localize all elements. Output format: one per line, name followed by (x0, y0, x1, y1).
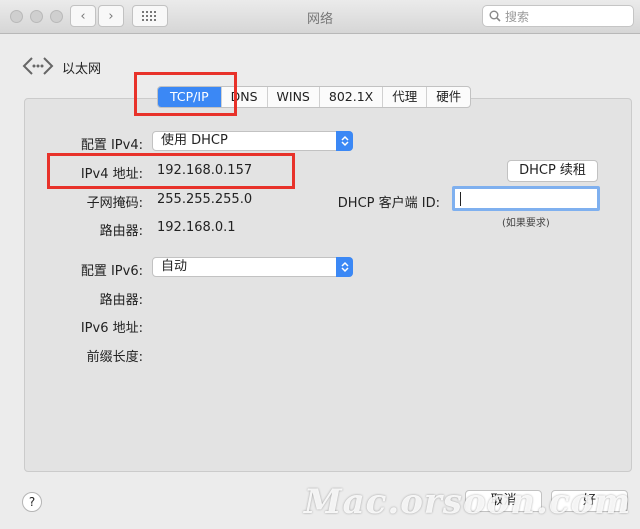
subnet-mask-label: 子网掩码: (86, 196, 143, 211)
configure-ipv4-select[interactable]: 使用 DHCP (152, 131, 353, 151)
text-caret (460, 192, 461, 206)
network-preferences-window: ‹ › 网络 搜索 以太网 TCP/IP DNS WINS 802.1X 代理 … (0, 0, 640, 529)
tab-wins[interactable]: WINS (268, 87, 320, 107)
tcpip-highlight-box (134, 72, 237, 116)
updown-arrows-icon (336, 131, 353, 151)
ipv4-address-value: 192.168.0.157 (157, 163, 253, 178)
ethernet-back-label[interactable]: 以太网 (62, 58, 101, 77)
tab-8021x[interactable]: 802.1X (320, 87, 384, 107)
router-label: 路由器: (99, 224, 143, 239)
ipv4-address-label: IPv4 地址: (80, 167, 143, 182)
search-icon (489, 10, 501, 22)
dhcp-client-id-hint: (如果要求) (502, 218, 550, 229)
subnet-mask-value: 255.255.255.0 (157, 192, 253, 207)
help-button[interactable]: ? (22, 492, 42, 512)
dhcp-client-id-label: DHCP 客户端 ID: (337, 196, 440, 211)
router-value: 192.168.0.1 (157, 220, 236, 235)
updown-arrows-icon (336, 257, 353, 277)
search-placeholder: 搜索 (505, 9, 530, 24)
configure-ipv6-label: 配置 IPv6: (80, 264, 143, 279)
configure-ipv4-label: 配置 IPv4: (80, 138, 143, 153)
dhcp-client-id-field[interactable] (452, 186, 600, 211)
configure-ipv6-select[interactable]: 自动 (152, 257, 353, 277)
search-input[interactable]: 搜索 (482, 5, 634, 27)
ipv6-address-label: IPv6 地址: (80, 321, 143, 336)
configure-ipv4-value: 使用 DHCP (161, 133, 228, 148)
prefix-length-label: 前缀长度: (86, 350, 143, 365)
watermark-text: Mac.orsoon.com (304, 482, 632, 522)
back-arrows-icon[interactable] (22, 55, 54, 77)
configure-ipv6-value: 自动 (161, 259, 188, 274)
dhcp-renew-button[interactable]: DHCP 续租 (507, 160, 598, 182)
tab-proxy[interactable]: 代理 (383, 87, 428, 107)
title-bar: ‹ › 网络 搜索 (0, 0, 640, 34)
ipv6-router-label: 路由器: (99, 293, 143, 308)
tab-hardware[interactable]: 硬件 (427, 87, 470, 107)
